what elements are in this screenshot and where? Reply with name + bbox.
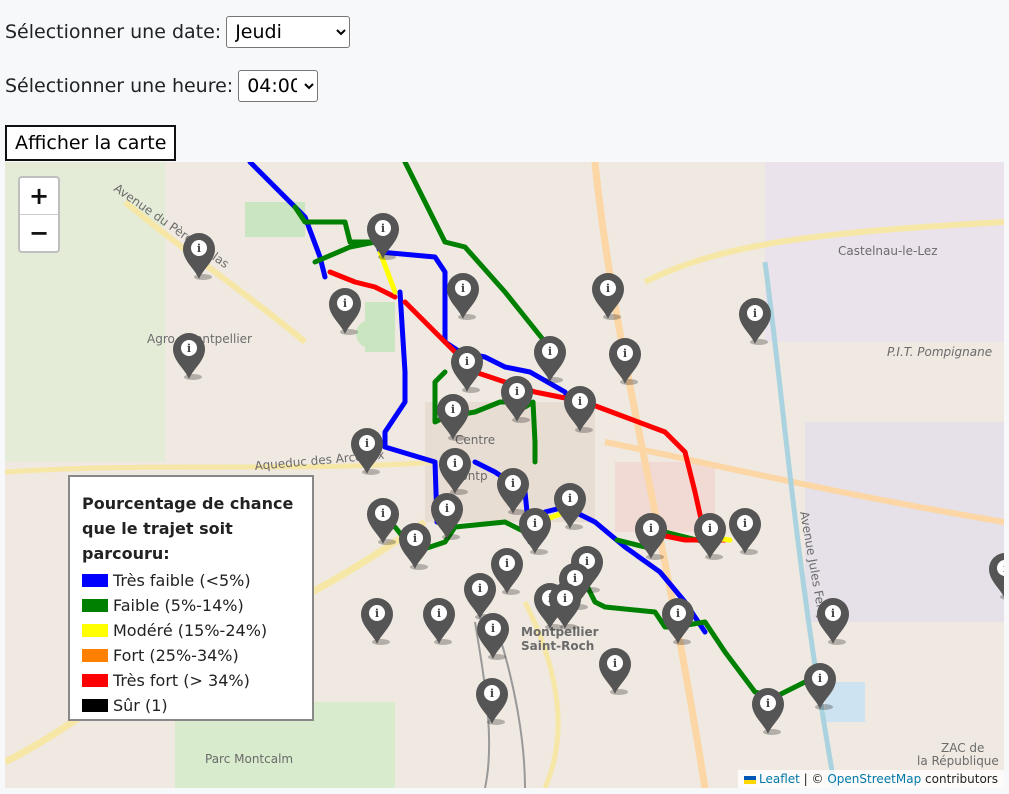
legend-title: Pourcentage de chance que le trajet soit… bbox=[82, 494, 294, 563]
osm-link[interactable]: OpenStreetMap bbox=[827, 772, 921, 786]
label-pit: P.I.T. Pompignane bbox=[887, 345, 992, 359]
svg-text:i: i bbox=[585, 555, 589, 568]
svg-text:i: i bbox=[623, 347, 627, 360]
svg-text:i: i bbox=[381, 507, 385, 520]
legend-label: Très fort (> 34%) bbox=[113, 671, 250, 690]
svg-text:i: i bbox=[451, 403, 455, 416]
legend-item: Modéré (15%-24%) bbox=[82, 618, 300, 643]
legend-label: Sûr (1) bbox=[113, 696, 168, 715]
zoom-control: + − bbox=[18, 176, 60, 253]
date-label: Sélectionner une date: bbox=[5, 21, 222, 43]
legend-swatch bbox=[82, 599, 108, 612]
legend-item: Fort (25%-34%) bbox=[82, 643, 300, 668]
legend-label: Faible (5%-14%) bbox=[113, 596, 244, 615]
svg-text:i: i bbox=[1003, 562, 1004, 575]
svg-text:i: i bbox=[437, 607, 441, 620]
svg-text:i: i bbox=[831, 607, 835, 620]
legend-label: Modéré (15%-24%) bbox=[113, 621, 268, 640]
hour-row: Sélectionner une heure: 04:00 bbox=[5, 70, 319, 102]
legend-label: Fort (25%-34%) bbox=[113, 646, 239, 665]
ukraine-flag-icon bbox=[744, 775, 756, 784]
svg-text:i: i bbox=[365, 437, 369, 450]
svg-text:i: i bbox=[465, 355, 469, 368]
svg-text:i: i bbox=[533, 517, 537, 530]
legend-item: Très fort (> 34%) bbox=[82, 668, 300, 693]
svg-text:i: i bbox=[445, 502, 449, 515]
svg-text:i: i bbox=[187, 342, 191, 355]
legend-item: Faible (5%-14%) bbox=[82, 593, 300, 618]
svg-text:i: i bbox=[490, 687, 494, 700]
svg-text:i: i bbox=[578, 395, 582, 408]
legend: Pourcentage de chance que le trajet soit… bbox=[68, 475, 314, 721]
legend-label: Très faible (<5%) bbox=[113, 571, 251, 590]
hour-label: Sélectionner une heure: bbox=[5, 75, 234, 97]
label-zac: ZAC de bbox=[941, 741, 984, 755]
label-agro: Agro bbox=[147, 332, 175, 346]
label-zac2: la République bbox=[917, 754, 999, 768]
svg-text:i: i bbox=[511, 477, 515, 490]
svg-text:i: i bbox=[766, 697, 770, 710]
legend-swatch bbox=[82, 674, 108, 687]
svg-text:i: i bbox=[753, 307, 757, 320]
attribution: Leaflet | © OpenStreetMap contributors bbox=[738, 770, 1004, 788]
attribution-contrib: contributors bbox=[921, 772, 998, 786]
svg-text:i: i bbox=[453, 457, 457, 470]
svg-text:i: i bbox=[505, 557, 509, 570]
date-select[interactable]: Jeudi bbox=[226, 16, 351, 48]
svg-text:i: i bbox=[461, 282, 465, 295]
svg-text:i: i bbox=[197, 242, 201, 255]
svg-text:i: i bbox=[649, 522, 653, 535]
svg-text:i: i bbox=[515, 385, 519, 398]
svg-text:i: i bbox=[708, 522, 712, 535]
attribution-sep: | © bbox=[799, 772, 828, 786]
svg-text:i: i bbox=[613, 657, 617, 670]
zoom-out-button[interactable]: − bbox=[20, 214, 58, 251]
legend-swatch bbox=[82, 649, 108, 662]
svg-text:i: i bbox=[818, 672, 822, 685]
legend-item: Très faible (<5%) bbox=[82, 568, 300, 593]
label-station2: Saint-Roch bbox=[521, 639, 594, 653]
svg-text:i: i bbox=[568, 492, 572, 505]
legend-swatch bbox=[82, 699, 108, 712]
svg-text:i: i bbox=[573, 572, 577, 585]
svg-text:i: i bbox=[413, 532, 417, 545]
svg-text:i: i bbox=[676, 607, 680, 620]
map-container[interactable]: Centre Montp Montpellier Saint-Roch Cast… bbox=[5, 162, 1004, 788]
hour-select[interactable]: 04:00 bbox=[238, 70, 319, 102]
svg-text:i: i bbox=[381, 222, 385, 235]
svg-text:i: i bbox=[375, 607, 379, 620]
show-map-button[interactable]: Afficher la carte bbox=[5, 125, 177, 161]
label-castelnau: Castelnau-le-Lez bbox=[838, 244, 938, 258]
legend-swatch bbox=[82, 574, 108, 587]
svg-text:i: i bbox=[478, 582, 482, 595]
legend-items: Très faible (<5%) Faible (5%-14%) Modéré (… bbox=[82, 568, 300, 718]
legend-swatch bbox=[82, 624, 108, 637]
date-row: Sélectionner une date: Jeudi bbox=[5, 16, 351, 48]
label-parc: Parc Montcalm bbox=[205, 752, 293, 766]
legend-item: Sûr (1) bbox=[82, 693, 300, 718]
svg-text:i: i bbox=[343, 297, 347, 310]
svg-text:i: i bbox=[548, 345, 552, 358]
svg-text:i: i bbox=[491, 622, 495, 635]
leaflet-link[interactable]: Leaflet bbox=[759, 772, 800, 786]
zoom-in-button[interactable]: + bbox=[20, 178, 58, 214]
svg-text:i: i bbox=[563, 592, 567, 605]
svg-text:i: i bbox=[743, 517, 747, 530]
svg-text:i: i bbox=[606, 282, 610, 295]
